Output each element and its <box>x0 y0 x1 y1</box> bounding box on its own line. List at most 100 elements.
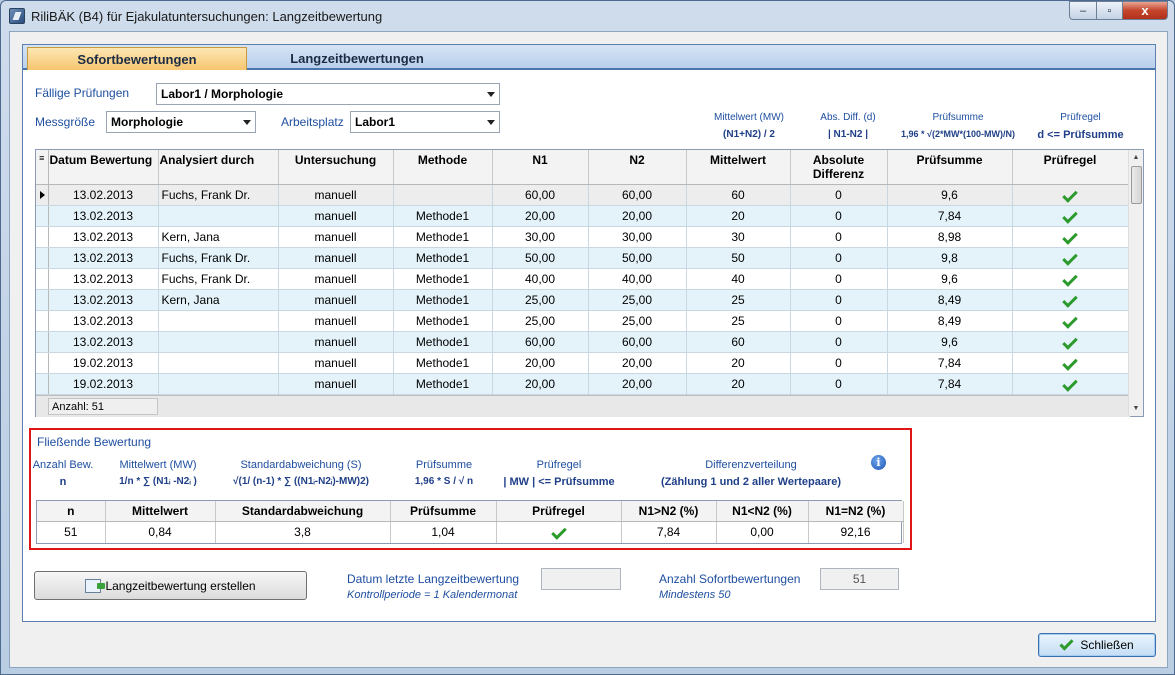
sofortbewertungen-grid[interactable]: ≡ Datum Bewertung Analysiert durch Unter… <box>35 149 1144 417</box>
tab-sofortbewertungen[interactable]: Sofortbewertungen <box>27 47 247 70</box>
arbeitsplatz-select[interactable]: Labor1 <box>350 111 500 133</box>
table-row[interactable]: 19.02.2013 manuell Methode1 20,00 20,00 20 0 7,… <box>36 373 1129 395</box>
table-row[interactable]: 13.02.2013 Fuchs, Frank Dr. manuell 60,00 60… <box>36 184 1129 206</box>
col-header-untersuchung[interactable]: Untersuchung <box>278 150 394 185</box>
cell-n2: 20,00 <box>588 205 687 227</box>
cell-n2: 25,00 <box>588 289 687 311</box>
check-icon <box>1062 228 1078 245</box>
fl-val-eq: 92,16 <box>808 521 904 543</box>
fl-pr-heading: Prüfregel <box>536 459 582 471</box>
row-selector[interactable] <box>36 184 49 206</box>
cell-unters: manuell <box>278 184 394 206</box>
row-selector[interactable] <box>36 247 49 269</box>
chevron-down-icon[interactable] <box>487 92 495 97</box>
vertical-scrollbar[interactable]: ▲ ▼ <box>1128 150 1143 416</box>
maximize-button[interactable]: ▫ <box>1096 1 1122 20</box>
schliessen-button[interactable]: Schließen <box>1038 633 1156 657</box>
cell-methode <box>393 184 493 206</box>
row-selector[interactable] <box>36 373 49 395</box>
grid-header-row: ≡ Datum Bewertung Analysiert durch Unter… <box>36 150 1129 185</box>
cell-methode: Methode1 <box>393 331 493 353</box>
row-selector-header[interactable]: ≡ <box>36 150 49 185</box>
table-row[interactable]: 13.02.2013 Kern, Jana manuell Methode1 30,00… <box>36 226 1129 248</box>
table-row[interactable]: 13.02.2013 manuell Methode1 20,00 20,00 20 0 7,… <box>36 205 1129 227</box>
cell-n1: 30,00 <box>492 226 589 248</box>
cell-n1: 20,00 <box>492 205 589 227</box>
faellige-label: Fällige Prüfungen <box>35 86 130 100</box>
cell-diff: 0 <box>790 268 888 290</box>
fl-col-eq: N1=N2 (%) <box>808 501 904 522</box>
fl-header-row: n Mittelwert Standardabweichung Prüfsumm… <box>37 501 904 522</box>
tab-langzeitbewertungen[interactable]: Langzeitbewertungen <box>247 47 467 70</box>
cell-pruefregel <box>1012 310 1129 332</box>
cell-n1: 50,00 <box>492 247 589 269</box>
row-selector[interactable] <box>36 268 49 290</box>
col-header-n2[interactable]: N2 <box>588 150 687 185</box>
fliessende-table: n Mittelwert Standardabweichung Prüfsumm… <box>37 501 904 543</box>
fl-col-gt: N1>N2 (%) <box>621 501 717 522</box>
cell-pruefregel <box>1012 184 1129 206</box>
col-header-pruefregel[interactable]: Prüfregel <box>1012 150 1129 185</box>
grid-body: 13.02.2013 Fuchs, Frank Dr. manuell 60,00 60… <box>36 184 1129 395</box>
chevron-down-icon[interactable] <box>243 120 251 125</box>
close-window-button[interactable]: x <box>1122 1 1168 20</box>
cell-n2: 50,00 <box>588 247 687 269</box>
scroll-thumb[interactable] <box>1131 166 1142 204</box>
create-langzeit-button[interactable]: Langzeitbewertung erstellen <box>34 571 307 600</box>
cell-datum: 19.02.2013 <box>48 373 159 395</box>
cell-methode: Methode1 <box>393 268 493 290</box>
col-header-mittelwert[interactable]: Mittelwert <box>686 150 791 185</box>
cell-unters: manuell <box>278 268 394 290</box>
col-header-datum[interactable]: Datum Bewertung <box>48 150 159 185</box>
table-row[interactable]: 13.02.2013 manuell Methode1 60,00 60,00 60 0 9,… <box>36 331 1129 353</box>
messgroesse-select[interactable]: Morphologie <box>106 111 256 133</box>
col-header-n1[interactable]: N1 <box>492 150 589 185</box>
row-selector[interactable] <box>36 331 49 353</box>
row-selector[interactable] <box>36 289 49 311</box>
cell-mw: 50 <box>686 247 791 269</box>
scroll-down-icon[interactable]: ▼ <box>1129 401 1143 416</box>
cell-ps: 9,6 <box>887 331 1013 353</box>
grid-table: ≡ Datum Bewertung Analysiert durch Unter… <box>36 150 1129 395</box>
fl-pr-formula: | MW | <= Prüfsumme <box>503 476 615 488</box>
table-row[interactable]: 13.02.2013 Kern, Jana manuell Methode1 25,00… <box>36 289 1129 311</box>
cell-methode: Methode1 <box>393 373 493 395</box>
anzahl-field: 51 <box>820 568 899 590</box>
table-row[interactable]: 13.02.2013 Fuchs, Frank Dr. manuell Methode… <box>36 268 1129 290</box>
row-selector[interactable] <box>36 205 49 227</box>
fliessende-grid[interactable]: n Mittelwert Standardabweichung Prüfsumm… <box>36 500 904 544</box>
cell-unters: manuell <box>278 289 394 311</box>
datum-label: Datum letzte Langzeitbewertung <box>347 572 520 586</box>
col-header-pruefsumme[interactable]: Prüfsumme <box>887 150 1013 185</box>
table-row[interactable]: 19.02.2013 manuell Methode1 20,00 20,00 20 0 7,… <box>36 352 1129 374</box>
cell-n2: 20,00 <box>588 373 687 395</box>
check-icon <box>1062 270 1078 287</box>
cell-n1: 60,00 <box>492 184 589 206</box>
fl-mw-heading: Mittelwert (MW) <box>119 459 197 471</box>
row-selector[interactable] <box>36 310 49 332</box>
cell-diff: 0 <box>790 310 888 332</box>
info-icon[interactable]: i <box>871 455 886 470</box>
col-header-analysiert[interactable]: Analysiert durch <box>158 150 279 185</box>
table-row[interactable]: 13.02.2013 manuell Methode1 25,00 25,00 25 0 8,… <box>36 310 1129 332</box>
minimize-button[interactable]: – <box>1069 1 1096 20</box>
fl-anzahl-heading: Anzahl Bew. <box>32 459 94 471</box>
cell-ps: 7,84 <box>887 205 1013 227</box>
cell-analysiert: Fuchs, Frank Dr. <box>158 247 279 269</box>
cell-n1: 40,00 <box>492 268 589 290</box>
col-header-methode[interactable]: Methode <box>393 150 493 185</box>
cell-mw: 60 <box>686 184 791 206</box>
cell-n1: 20,00 <box>492 352 589 374</box>
fl-val-gt: 7,84 <box>621 521 717 543</box>
row-selector[interactable] <box>36 226 49 248</box>
row-selector[interactable] <box>36 352 49 374</box>
window-title: RiliBÄK (B4) für Ejakulatuntersuchungen:… <box>31 8 383 24</box>
scroll-up-icon[interactable]: ▲ <box>1129 150 1143 165</box>
col-header-differenz[interactable]: Absolute Differenz <box>790 150 888 185</box>
check-icon <box>1062 333 1078 350</box>
chevron-down-icon[interactable] <box>487 120 495 125</box>
table-row[interactable]: 13.02.2013 Fuchs, Frank Dr. manuell Methode… <box>36 247 1129 269</box>
faellige-select[interactable]: Labor1 / Morphologie <box>156 83 500 105</box>
cell-pruefregel <box>1012 331 1129 353</box>
fl-val-lt: 0,00 <box>716 521 809 543</box>
